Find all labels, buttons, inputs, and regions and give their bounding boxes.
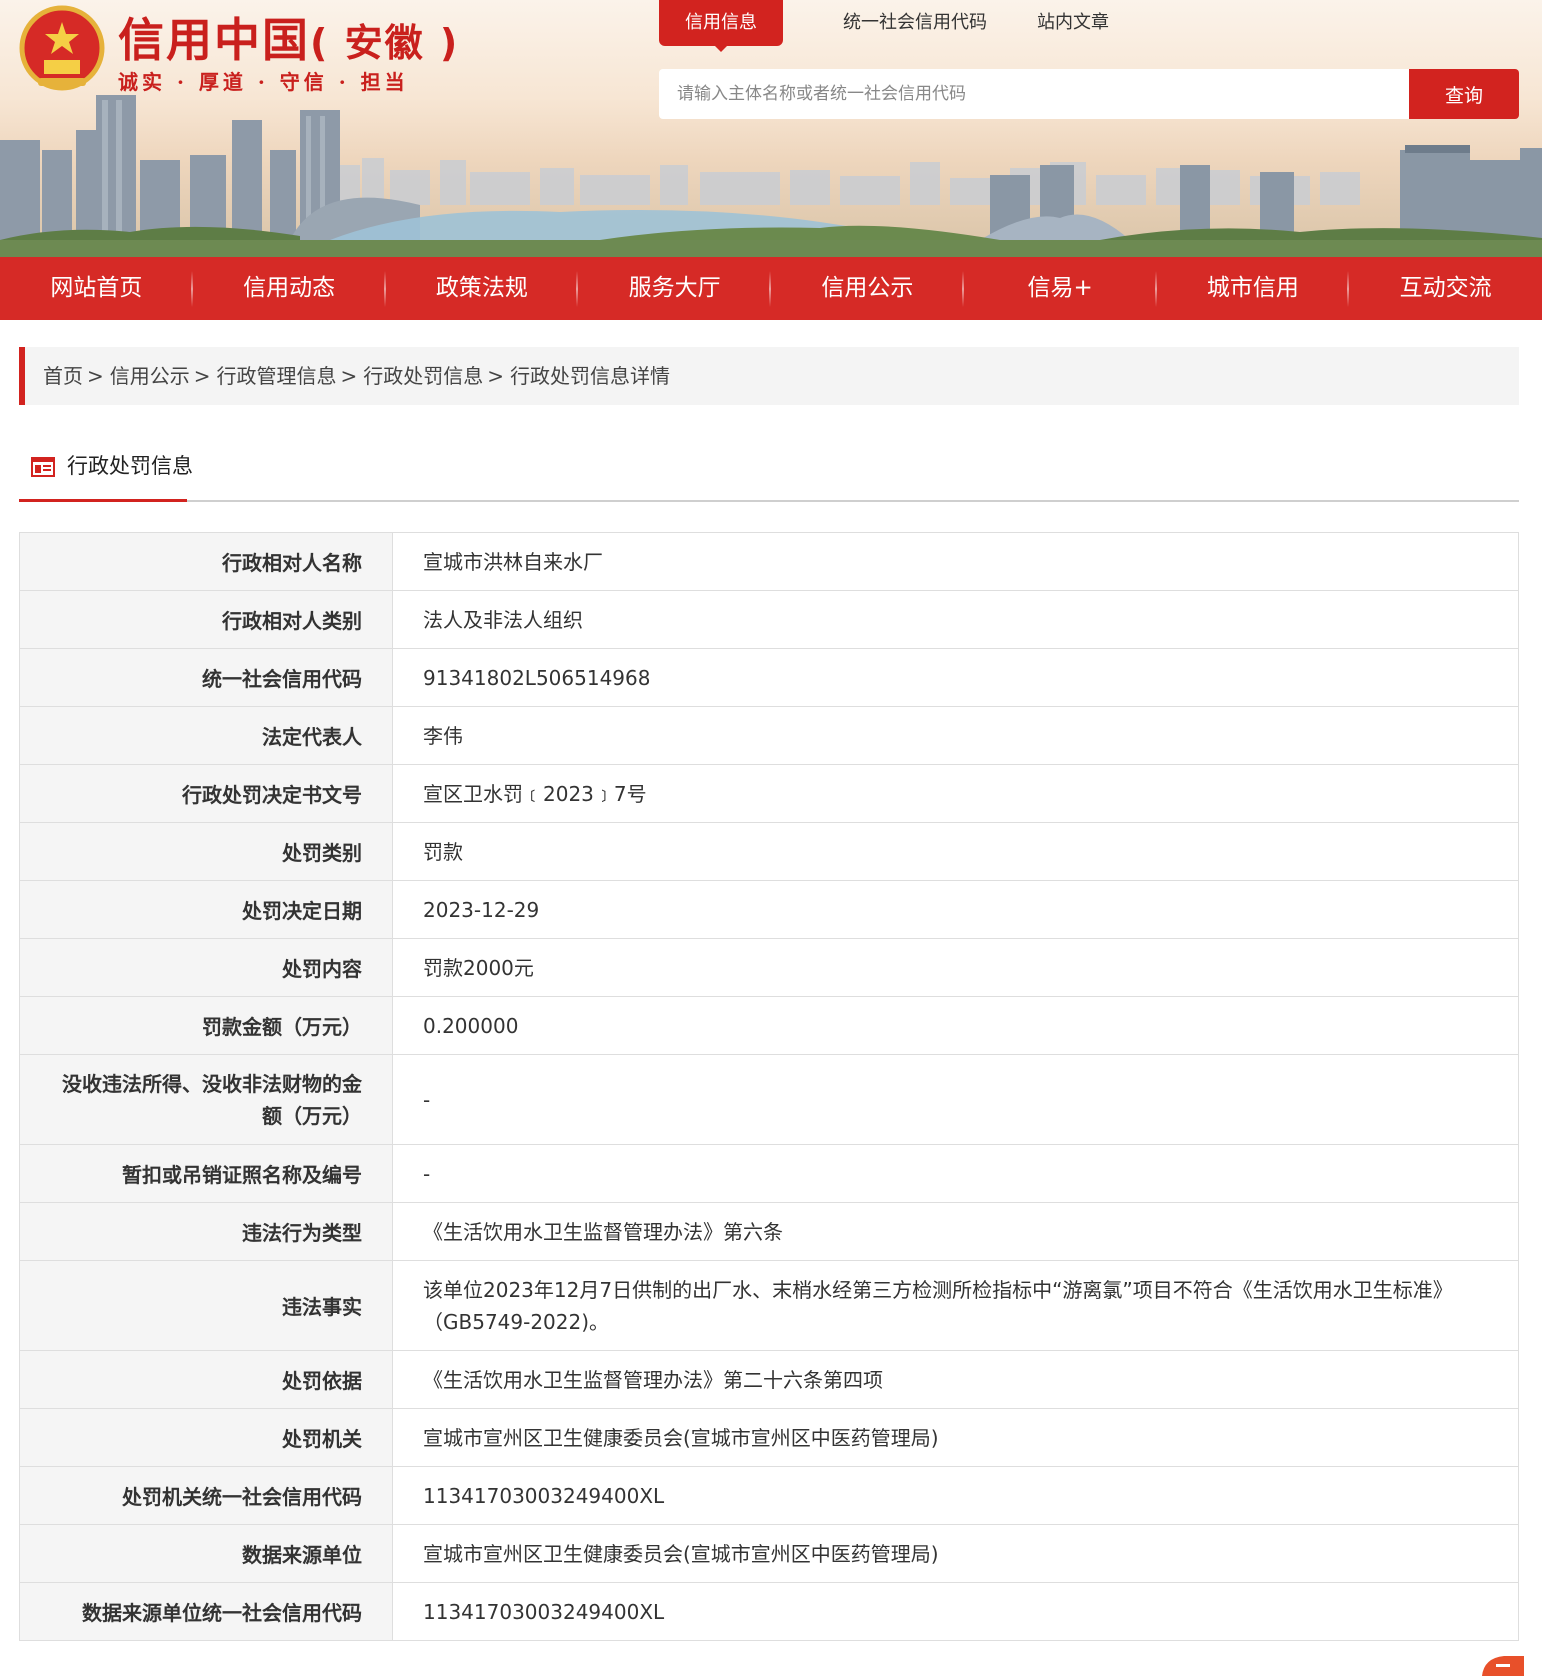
nav-home[interactable]: 网站首页 (0, 257, 193, 320)
table-row: 违法行为类型 《生活饮用水卫生监督管理办法》第六条 (19, 1202, 1519, 1261)
table-row: 处罚决定日期 2023-12-29 (19, 880, 1519, 939)
search-box: 查询 (659, 69, 1519, 119)
main-nav: 网站首页 信用动态 政策法规 服务大厅 信用公示 信易+ 城市信用 互动交流 (0, 257, 1542, 320)
row-label: 行政处罚决定书文号 (19, 764, 393, 823)
row-value: 11341703003249400XL (392, 1466, 1519, 1525)
search-tab-credit-info[interactable]: 信用信息 (659, 0, 783, 52)
breadcrumb-separator: > (340, 364, 358, 388)
site-title[interactable]: 信用中国( 安徽 ) (118, 4, 459, 70)
search-tabs: 信用信息 统一社会信用代码 站内文章 (659, 0, 1129, 52)
floating-widget-icon[interactable] (1478, 1652, 1528, 1676)
breadcrumb-current: 行政处罚信息详情 (510, 364, 671, 388)
penalty-info-table: 行政相对人名称 宣城市洪林自来水厂 行政相对人类别 法人及非法人组织 统一社会信… (19, 532, 1519, 1641)
breadcrumb-home[interactable]: 首页 (43, 364, 83, 388)
breadcrumb-credit-publicity[interactable]: 信用公示 (110, 364, 190, 388)
row-label: 没收违法所得、没收非法财物的金额（万元） (19, 1054, 393, 1145)
breadcrumb: 首页 > 信用公示 > 行政管理信息 > 行政处罚信息 > 行政处罚信息详情 (19, 347, 1519, 405)
row-value: 罚款 (392, 822, 1519, 881)
row-value: 宣城市宣州区卫生健康委员会(宣城市宣州区中医药管理局) (392, 1408, 1519, 1467)
table-row: 法定代表人 李伟 (19, 706, 1519, 765)
row-value: 宣城市宣州区卫生健康委员会(宣城市宣州区中医药管理局) (392, 1524, 1519, 1583)
row-value: - (392, 1054, 1519, 1145)
breadcrumb-penalty-info[interactable]: 行政处罚信息 (363, 364, 483, 388)
row-value: 《生活饮用水卫生监督管理办法》第二十六条第四项 (392, 1350, 1519, 1409)
header-banner: 信用中国( 安徽 ) 诚实 · 厚道 · 守信 · 担当 信用信息 统一社会信用… (0, 0, 1542, 257)
national-emblem-icon (19, 5, 105, 91)
row-value: 该单位2023年12月7日供制的出厂水、末梢水经第三方检测所检指标中“游离氯”项… (392, 1260, 1519, 1351)
row-label: 法定代表人 (19, 706, 393, 765)
table-row: 行政相对人名称 宣城市洪林自来水厂 (19, 532, 1519, 591)
table-row: 没收违法所得、没收非法财物的金额（万元） - (19, 1054, 1519, 1145)
table-icon (31, 457, 55, 477)
site-title-region: ( 安徽 ) (310, 21, 460, 65)
table-row: 行政处罚决定书文号 宣区卫水罚﹝2023﹞7号 (19, 764, 1519, 823)
nav-city-credit[interactable]: 城市信用 (1157, 257, 1350, 320)
row-label: 处罚机关 (19, 1408, 393, 1467)
table-row: 处罚依据 《生活饮用水卫生监督管理办法》第二十六条第四项 (19, 1350, 1519, 1409)
row-label: 数据来源单位 (19, 1524, 393, 1583)
site-slogan: 诚实 · 厚道 · 守信 · 担当 (118, 70, 409, 94)
table-row: 处罚机关统一社会信用代码 11341703003249400XL (19, 1466, 1519, 1525)
row-value: 91341802L506514968 (392, 648, 1519, 707)
table-row: 违法事实 该单位2023年12月7日供制的出厂水、末梢水经第三方检测所检指标中“… (19, 1260, 1519, 1351)
row-label: 行政相对人类别 (19, 590, 393, 649)
row-value: 《生活饮用水卫生监督管理办法》第六条 (392, 1202, 1519, 1261)
row-label: 违法行为类型 (19, 1202, 393, 1261)
table-row: 数据来源单位统一社会信用代码 11341703003249400XL (19, 1582, 1519, 1641)
breadcrumb-separator: > (193, 364, 211, 388)
nav-policies[interactable]: 政策法规 (386, 257, 579, 320)
row-label: 处罚决定日期 (19, 880, 393, 939)
nav-credit-publicity[interactable]: 信用公示 (771, 257, 964, 320)
nav-credit-news[interactable]: 信用动态 (193, 257, 386, 320)
table-row: 统一社会信用代码 91341802L506514968 (19, 648, 1519, 707)
row-label: 行政相对人名称 (19, 532, 393, 591)
row-label: 数据来源单位统一社会信用代码 (19, 1582, 393, 1641)
table-row: 处罚机关 宣城市宣州区卫生健康委员会(宣城市宣州区中医药管理局) (19, 1408, 1519, 1467)
row-value: 宣城市洪林自来水厂 (392, 532, 1519, 591)
breadcrumb-admin-info[interactable]: 行政管理信息 (217, 364, 337, 388)
table-row: 罚款金额（万元） 0.200000 (19, 996, 1519, 1055)
row-value: 2023-12-29 (392, 880, 1519, 939)
nav-xinyi-plus[interactable]: 信易+ (964, 257, 1157, 320)
row-value: 李伟 (392, 706, 1519, 765)
row-value: 11341703003249400XL (392, 1582, 1519, 1641)
search-tab-site-articles[interactable]: 站内文章 (1017, 0, 1129, 46)
row-value: 罚款2000元 (392, 938, 1519, 997)
row-label: 处罚机关统一社会信用代码 (19, 1466, 393, 1525)
breadcrumb-separator: > (487, 364, 505, 388)
search-button[interactable]: 查询 (1409, 69, 1519, 119)
table-row: 暂扣或吊销证照名称及编号 - (19, 1144, 1519, 1203)
breadcrumb-separator: > (87, 364, 104, 388)
row-label: 违法事实 (19, 1260, 393, 1351)
row-label: 处罚内容 (19, 938, 393, 997)
search-input[interactable] (659, 69, 1409, 119)
section-header: 行政处罚信息 (19, 440, 1519, 502)
section-title: 行政处罚信息 (67, 454, 193, 478)
search-tab-credit-code[interactable]: 统一社会信用代码 (813, 0, 1017, 46)
row-label: 统一社会信用代码 (19, 648, 393, 707)
row-label: 处罚类别 (19, 822, 393, 881)
row-value: 0.200000 (392, 996, 1519, 1055)
nav-interaction[interactable]: 互动交流 (1349, 257, 1542, 320)
row-value: 宣区卫水罚﹝2023﹞7号 (392, 764, 1519, 823)
table-row: 数据来源单位 宣城市宣州区卫生健康委员会(宣城市宣州区中医药管理局) (19, 1524, 1519, 1583)
table-row: 行政相对人类别 法人及非法人组织 (19, 590, 1519, 649)
row-label: 暂扣或吊销证照名称及编号 (19, 1144, 393, 1203)
row-label: 罚款金额（万元） (19, 996, 393, 1055)
site-title-main: 信用中国 (118, 13, 310, 67)
row-label: 处罚依据 (19, 1350, 393, 1409)
row-value: 法人及非法人组织 (392, 590, 1519, 649)
section-title-underline (19, 499, 187, 502)
table-row: 处罚内容 罚款2000元 (19, 938, 1519, 997)
row-value: - (392, 1144, 1519, 1203)
table-row: 处罚类别 罚款 (19, 822, 1519, 881)
nav-service-hall[interactable]: 服务大厅 (578, 257, 771, 320)
